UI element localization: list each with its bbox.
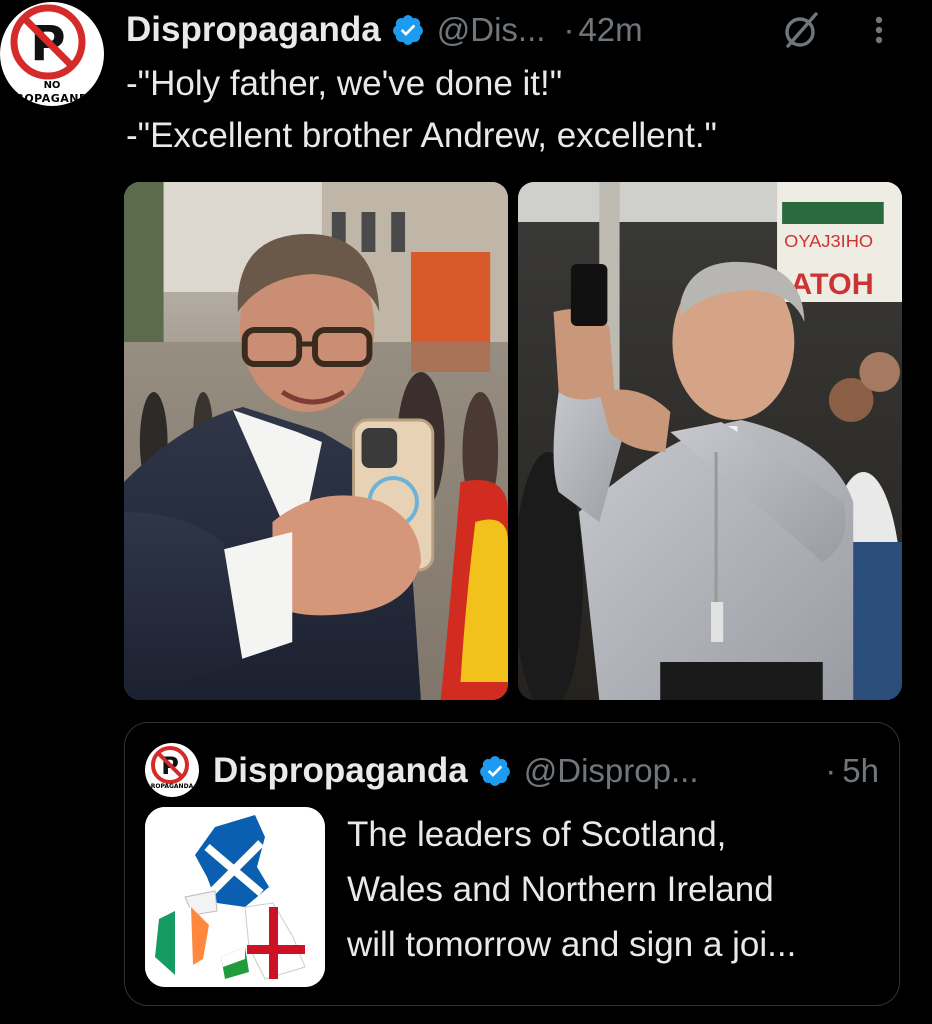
media-photo-2[interactable]: OYAJ3IHO ATOH [518, 182, 902, 700]
verified-badge-icon[interactable] [391, 13, 425, 47]
quoted-author-handle[interactable]: @Disprop... [524, 752, 699, 790]
dot-separator: · [563, 11, 575, 48]
media-photo-1[interactable] [124, 182, 508, 700]
post-text: -"Holy father, we've done it!" -"Excelle… [126, 58, 906, 162]
post-header: Dispropaganda @Dis... · 42m [126, 6, 643, 54]
grok-icon[interactable] [780, 8, 824, 52]
quoted-author-avatar[interactable]: P ROPAGANDA [145, 743, 199, 797]
svg-text:ATOH: ATOH [790, 268, 873, 301]
author-display-name[interactable]: Dispropaganda [126, 10, 381, 50]
post-timestamp[interactable]: 42m [578, 11, 642, 49]
post-media-grid: OYAJ3IHO ATOH [124, 182, 902, 700]
photo-man-selfie-image [124, 182, 508, 700]
quoted-post-text: The leaders of Scotland, Wales and North… [347, 807, 887, 972]
quoted-post-timestamp-group[interactable]: · 5h [825, 747, 879, 795]
quoted-author-display-name[interactable]: Dispropaganda [213, 751, 468, 791]
verified-badge-icon[interactable] [478, 754, 512, 788]
quoted-post-thumbnail[interactable] [145, 807, 325, 987]
quoted-avatar-logo-text: ROPAGANDA [150, 783, 194, 790]
quoted-post-header: Dispropaganda @Disprop... [213, 747, 698, 795]
quoted-post-timestamp[interactable]: 5h [842, 752, 879, 790]
author-handle[interactable]: @Dis... [437, 11, 546, 49]
more-options-icon[interactable] [866, 8, 892, 52]
tweet[interactable]: P NO ROPAGAND Dispropaganda @Dis... · 42… [0, 0, 932, 1024]
post-text-line: -"Holy father, we've done it!" [126, 64, 563, 103]
photo-priest-phone-image: OYAJ3IHO ATOH [518, 182, 902, 700]
quoted-text-line: The leaders of Scotland, [347, 815, 727, 854]
avatar-logo-text-bottom: ROPAGAND [15, 92, 89, 105]
author-avatar[interactable]: P NO ROPAGAND [0, 2, 104, 106]
post-text-line: -"Excellent brother Andrew, excellent." [126, 116, 717, 155]
quoted-text-line: Wales and Northern Ireland [347, 870, 774, 909]
quoted-text-line: will tomorrow and sign a joi... [347, 925, 797, 964]
uk-ireland-flags-map-image [145, 807, 325, 987]
avatar-logo-text-top: NO [43, 80, 61, 91]
svg-text:OYAJ3IHO: OYAJ3IHO [784, 231, 873, 251]
dot-separator: · [825, 752, 837, 789]
quoted-post[interactable]: P ROPAGANDA Dispropaganda @Disprop... · … [124, 722, 900, 1006]
